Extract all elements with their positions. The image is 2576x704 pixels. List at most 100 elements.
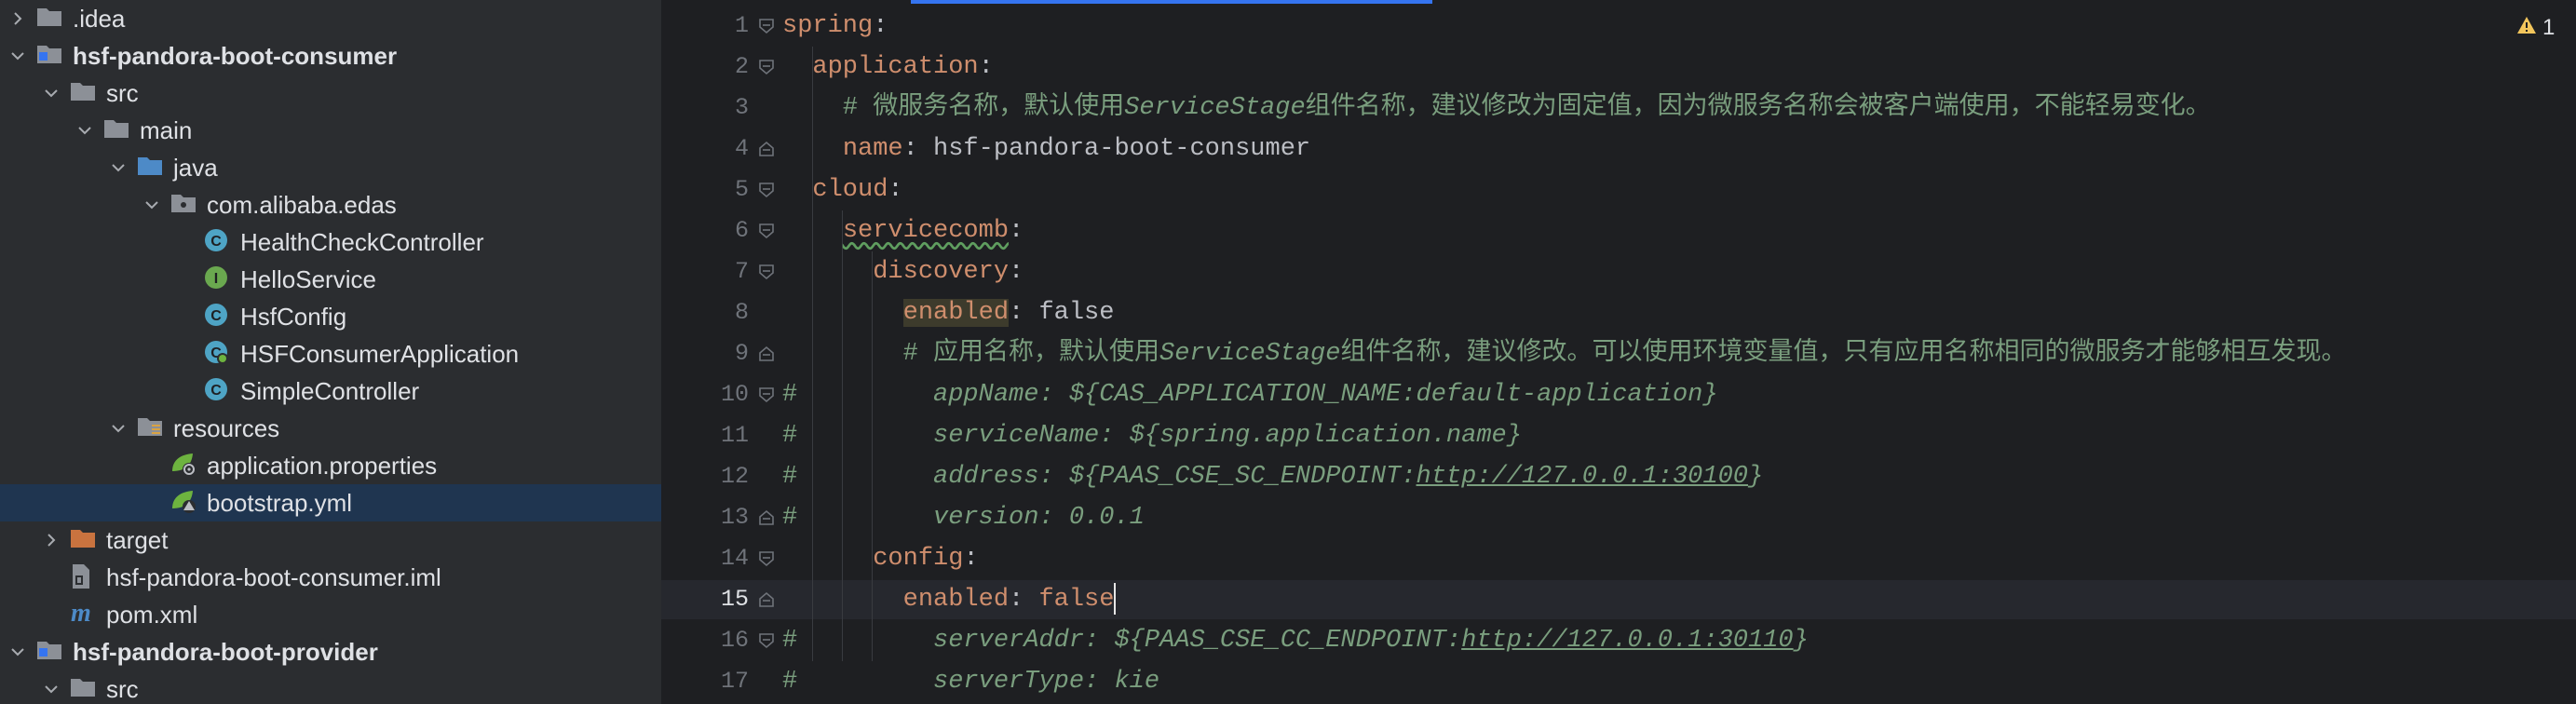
fold-open-icon[interactable] [758, 18, 775, 34]
folder-icon [102, 115, 132, 145]
ide-window: .idea hsf-pandora-boot-consumer src main jav… [0, 0, 2576, 704]
chevron-down-icon[interactable] [71, 112, 99, 149]
code-line[interactable]: # 微服务名称，默认使用ServiceStage组件名称，建议修改为固定值，因为… [782, 88, 2211, 129]
line-number: 13 [720, 504, 749, 531]
fold-open-icon[interactable] [758, 223, 775, 239]
tree-item-label: hsf-pandora-boot-consumer.iml [106, 563, 441, 591]
tree-item[interactable]: hsf-pandora-boot-consumer [0, 37, 661, 74]
tree-item[interactable]: I HelloService [0, 261, 661, 298]
code-token: : [888, 176, 903, 204]
chevron-down-icon[interactable] [104, 410, 132, 447]
tree-item[interactable]: target [0, 521, 661, 559]
code-token: enabled [902, 586, 1010, 614]
fold-open-icon[interactable] [758, 59, 775, 75]
line-number: 16 [720, 627, 749, 654]
line-number: 9 [734, 340, 749, 367]
tree-item[interactable]: C HsfConfig [0, 298, 661, 335]
code-line[interactable]: # address: ${PAAS_CSE_SC_ENDPOINT:http:/… [782, 456, 1763, 497]
code-token: application [812, 53, 979, 81]
inspection-widget[interactable]: 1 [2516, 13, 2555, 43]
warning-count: 1 [2542, 15, 2556, 40]
code-token: config [873, 545, 964, 573]
code-token: # [782, 463, 798, 491]
tree-item[interactable]: hsf-pandora-boot-provider [0, 633, 661, 670]
code-line[interactable]: servicecomb: [782, 210, 1024, 251]
tree-item[interactable]: C HSFConsumerApplication [0, 335, 661, 372]
resources-folder-icon [136, 413, 166, 443]
chevron-down-icon[interactable] [37, 670, 65, 704]
tree-item[interactable]: application.properties [0, 447, 661, 484]
chevron-right-icon[interactable] [4, 0, 32, 37]
warning-icon [2516, 15, 2537, 41]
folder-icon [69, 78, 99, 108]
line-number: 5 [734, 176, 749, 203]
tree-item[interactable]: .idea [0, 0, 661, 37]
tree-item[interactable]: C SimpleController [0, 372, 661, 410]
package-icon [169, 190, 199, 220]
line-number: 1 [734, 12, 749, 39]
code-line[interactable]: application: [782, 47, 993, 88]
code-line[interactable]: spring: [782, 6, 888, 47]
fold-open-icon[interactable] [758, 182, 775, 198]
class-icon: C [203, 302, 233, 332]
tree-item[interactable]: m pom.xml [0, 596, 661, 633]
tree-item[interactable]: bootstrap.yml [0, 484, 661, 521]
code-line[interactable]: config: [782, 538, 979, 579]
tree-item-label: HsfConfig [240, 303, 347, 331]
tree-item[interactable]: resources [0, 410, 661, 447]
tree-item-label: HSFConsumerApplication [240, 340, 520, 368]
tree-item[interactable]: src [0, 670, 661, 704]
tree-item[interactable]: src [0, 74, 661, 112]
tree-item[interactable]: C HealthCheckController [0, 223, 661, 261]
code-token: discovery [873, 258, 1010, 286]
chevron-down-icon[interactable] [104, 149, 132, 186]
code-line[interactable]: discovery: [782, 251, 1024, 292]
line-number: 10 [720, 381, 749, 408]
code-line[interactable]: # serverType: kie [782, 661, 1159, 702]
line-number: 7 [734, 258, 749, 285]
code-line[interactable]: cloud: [782, 169, 903, 210]
fold-open-icon[interactable] [758, 632, 775, 649]
code-line[interactable]: # serviceName: ${spring.application.name… [782, 415, 1522, 456]
chevron-down-icon[interactable] [138, 186, 166, 223]
code-line[interactable]: enabled: false [782, 292, 1114, 333]
line-number: 6 [734, 217, 749, 244]
code-line[interactable]: # appName: ${CAS_APPLICATION_NAME:defaul… [782, 374, 1718, 415]
code-token: : [1009, 258, 1024, 286]
code-token: : [963, 545, 979, 573]
code-line[interactable]: # serverAddr: ${PAAS_CSE_CC_ENDPOINT:htt… [782, 620, 1809, 661]
tree-item[interactable]: main [0, 112, 661, 149]
fold-open-icon[interactable] [758, 386, 775, 403]
fold-open-icon[interactable] [758, 550, 775, 567]
code-token: address: ${PAAS_CSE_SC_ENDPOINT: [797, 463, 1417, 491]
code-line[interactable]: # version: 0.0.1 [782, 497, 1145, 538]
tree-item[interactable]: hsf-pandora-boot-consumer.iml [0, 559, 661, 596]
chevron-down-icon[interactable] [4, 633, 32, 670]
code-line[interactable]: enabled: false [782, 579, 1117, 620]
code-editor[interactable]: 1 2 3 4 5 6 7 8 9 10 11 12 13 14 15 16 17 spring: applic… [661, 0, 2576, 704]
chevron-down-icon[interactable] [37, 74, 65, 112]
code-token: # 应用名称，默认使用 [902, 340, 1160, 368]
project-tree[interactable]: .idea hsf-pandora-boot-consumer src main jav… [0, 0, 661, 704]
fold-close-icon[interactable] [758, 141, 775, 157]
tree-item-label: target [106, 526, 169, 554]
chevron-down-icon[interactable] [4, 37, 32, 74]
line-number: 8 [734, 299, 749, 326]
code-token: # [782, 627, 798, 655]
code-token: version: 0.0.1 [797, 504, 1145, 532]
code-token: cloud [812, 176, 888, 204]
code-token: } [1793, 627, 1809, 655]
tree-item[interactable]: java [0, 149, 661, 186]
chevron-right-icon[interactable] [37, 521, 65, 559]
code-line[interactable]: # 应用名称，默认使用ServiceStage组件名称，建议修改。可以使用环境变… [782, 333, 2347, 374]
tree-item[interactable]: com.alibaba.edas [0, 186, 661, 223]
line-number: 14 [720, 545, 749, 572]
fold-close-icon[interactable] [758, 509, 775, 526]
fold-close-icon[interactable] [758, 591, 775, 608]
fold-close-icon[interactable] [758, 345, 775, 362]
fold-open-icon[interactable] [758, 264, 775, 280]
active-tab-indicator [911, 0, 1432, 4]
code-token: enabled [902, 299, 1010, 327]
code-line[interactable]: name: hsf-pandora-boot-consumer [782, 129, 1310, 169]
